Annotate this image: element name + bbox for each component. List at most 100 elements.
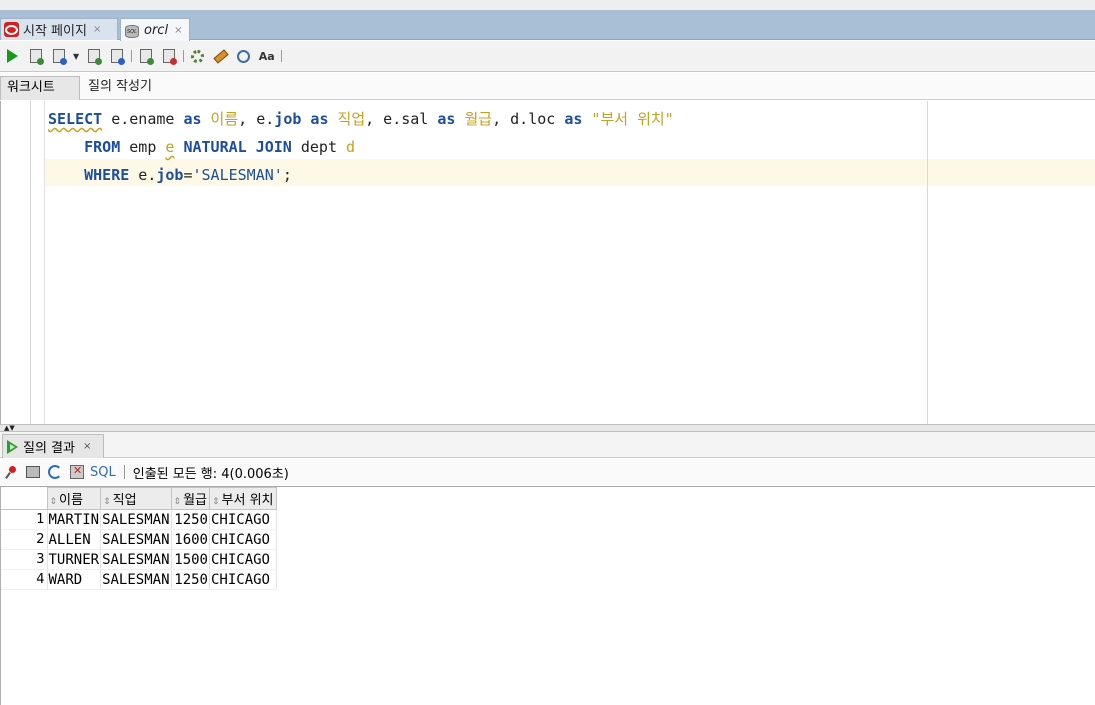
unshared-worksheet-icon[interactable] [189,48,206,65]
cell-loc[interactable]: CHICAGO [209,549,277,570]
fetch-status: 인출된 모든 행: 4(0.006초) [132,466,289,482]
code-line: FROM emp e NATURAL JOIN dept d [48,133,674,161]
sql-tuning-icon[interactable] [108,48,125,65]
column-header-label: 부서 위치 [221,493,274,508]
run-statement-icon[interactable] [4,48,21,65]
toolbar-separator [281,50,283,62]
keyword-join: JOIN [255,138,292,156]
cancel-icon[interactable] [70,464,84,479]
format-icon[interactable]: Aa [258,48,275,65]
tab-close-icon[interactable]: × [174,25,182,36]
sort-icon: ⇕ [173,497,182,507]
tab-close-icon[interactable]: × [93,24,101,35]
results-table: ⇕ 이름 ⇕ 직업 ⇕ 월급 ⇕ 부서 위치 1 MARTIN SALESMAN 125… [1,487,277,590]
cell-ename[interactable]: MARTIN [47,509,102,530]
editor-tab-bar: 시작 페이지 × orcl × [0,10,1095,41]
results-grid[interactable]: ⇕ 이름 ⇕ 직업 ⇕ 월급 ⇕ 부서 위치 1 MARTIN SALESMAN 125… [0,486,1095,705]
keyword-as: as [564,110,583,128]
code-text: emp [120,138,166,156]
chevron-down-icon[interactable]: ▼ [73,52,79,61]
cell-job[interactable]: SALESMAN [100,529,172,550]
close-icon[interactable]: × [83,441,91,452]
tab-orcl-label: orcl [144,22,169,38]
cell-ename[interactable]: WARD [47,569,102,590]
code-line: WHERE e.job='SALESMAN'; [48,161,674,189]
table-row[interactable]: 1 MARTIN SALESMAN 1250 CHICAGO [1,509,277,530]
history-icon[interactable] [235,48,252,65]
window-top-strip [0,0,1095,10]
cell-job[interactable]: SALESMAN [100,549,172,570]
query-result-icon [5,439,21,455]
table-row[interactable]: 4 WARD SALESMAN 1250 CHICAGO [1,569,277,590]
refresh-icon[interactable] [48,465,62,479]
column-header-label: 이름 [59,493,83,508]
worksheet-subtabs: 워크시트 질의 작성기 [0,73,1095,100]
code-text: ; [282,166,292,184]
code-text: dept [291,138,347,156]
sql-button[interactable]: SQL [90,465,116,480]
cell-loc[interactable]: CHICAGO [209,509,277,530]
row-number: 2 [1,529,48,550]
tab-query-result-label: 질의 결과 [23,441,75,456]
column-header-ename[interactable]: ⇕ 이름 [46,487,102,510]
cell-loc[interactable]: CHICAGO [209,569,277,590]
toolbar-separator [123,465,125,479]
string-literal: 'SALESMAN' [192,166,283,184]
code-text: e.ename [102,110,184,128]
cell-sal[interactable]: 1250 [171,569,210,590]
print-icon[interactable] [26,466,40,478]
cell-sal[interactable]: 1500 [171,549,210,570]
run-script-icon[interactable] [27,48,44,65]
split-pane-divider[interactable]: ▲▼ [0,424,1095,432]
row-number: 1 [1,509,48,530]
table-row[interactable]: 2 ALLEN SALESMAN 1600 CHICAGO [1,529,277,550]
cell-job[interactable]: SALESMAN [100,509,172,530]
code-text: , e.sal [365,110,438,128]
toolbar-separator [183,50,185,62]
cell-job[interactable]: SALESMAN [100,569,172,590]
row-number-header [1,487,48,510]
code-text: e. [129,166,157,184]
explain-plan-icon[interactable] [85,48,102,65]
tab-orcl[interactable]: orcl × [120,18,190,41]
keyword-as: as [437,110,456,128]
line-number-gutter [1,101,31,424]
tab-query-result[interactable]: 질의 결과 × [2,434,104,458]
code-text: = [183,166,193,184]
cell-loc[interactable]: CHICAGO [209,529,277,550]
table-row[interactable]: 3 TURNER SALESMAN 1500 CHICAGO [1,549,277,570]
column-alias: 직업 [328,110,366,128]
worksheet-toolbar: ▼ Aa [0,41,1095,72]
right-margin-guide [927,101,928,424]
keyword-job: job [156,166,184,184]
commit-icon[interactable] [137,48,154,65]
row-number: 4 [1,569,48,590]
tab-start-page[interactable]: 시작 페이지 × [0,18,118,40]
column-alias: "부서 위치" [582,110,674,128]
keyword-where: WHERE [84,166,130,184]
cell-sal[interactable]: 1250 [171,509,210,530]
column-header-job[interactable]: ⇕ 직업 [100,487,172,510]
code-line: SELECT e.ename as 이름, e.job as 직업, e.sal… [48,105,674,133]
keyword-job: job [274,110,302,128]
sql-code[interactable]: SELECT e.ename as 이름, e.job as 직업, e.sal… [48,105,674,189]
clear-icon[interactable] [212,48,229,65]
autotrace-icon[interactable] [50,48,67,65]
keyword-select: SELECT [48,110,103,128]
cell-ename[interactable]: TURNER [47,549,102,570]
tab-worksheet[interactable]: 워크시트 [0,76,80,100]
column-alias: 이름 [201,110,239,128]
tab-query-builder[interactable]: 질의 작성기 [82,76,158,100]
rollback-icon[interactable] [160,48,177,65]
cell-ename[interactable]: ALLEN [47,529,102,550]
column-header-loc[interactable]: ⇕ 부서 위치 [208,487,277,510]
cell-sal[interactable]: 1600 [171,529,210,550]
split-toggle-icon[interactable]: ▲▼ [4,424,15,432]
pin-icon[interactable] [6,466,18,478]
toolbar-separator [131,50,133,62]
sql-editor[interactable]: SELECT e.ename as 이름, e.job as 직업, e.sal… [0,101,1095,424]
sort-icon: ⇕ [49,497,58,507]
column-alias: 월급 [455,110,493,128]
column-header-sal[interactable]: ⇕ 월급 [170,487,210,510]
